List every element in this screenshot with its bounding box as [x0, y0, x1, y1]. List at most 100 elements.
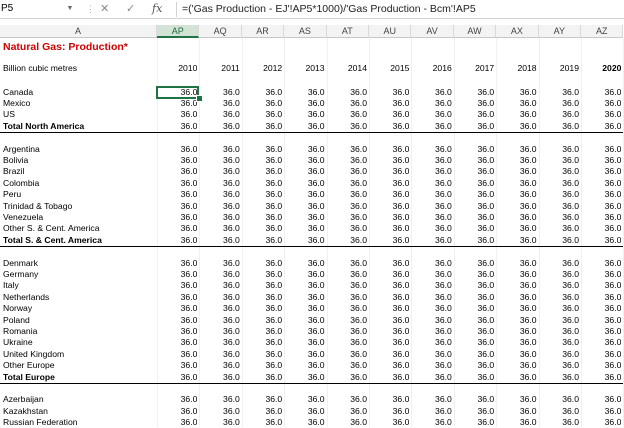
data-cell[interactable]: 36.0: [157, 303, 198, 314]
data-cell[interactable]: 36.0: [581, 189, 622, 200]
data-cell[interactable]: 36.0: [199, 360, 240, 371]
data-cell[interactable]: 36.0: [199, 109, 240, 120]
data-cell[interactable]: 36.0: [327, 406, 367, 417]
data-cell[interactable]: 36.0: [157, 235, 198, 246]
year-cell[interactable]: 2012: [242, 63, 282, 74]
data-cell[interactable]: 36.0: [581, 303, 622, 314]
data-cell[interactable]: 36.0: [581, 337, 622, 348]
data-cell[interactable]: 36.0: [369, 417, 410, 428]
data-cell[interactable]: 36.0: [496, 178, 537, 189]
sheet-title[interactable]: Natural Gas: Production*: [3, 40, 153, 54]
data-cell[interactable]: 36.0: [454, 337, 494, 348]
column-header-au[interactable]: AU: [369, 25, 412, 38]
data-cell[interactable]: 36.0: [284, 349, 325, 360]
data-cell[interactable]: 36.0: [369, 258, 410, 269]
data-cell[interactable]: 36.0: [199, 349, 240, 360]
data-cell[interactable]: 36.0: [454, 406, 494, 417]
data-cell[interactable]: 36.0: [454, 315, 494, 326]
row-label[interactable]: Other S. & Cent. America: [3, 223, 153, 234]
year-cell[interactable]: 2014: [327, 63, 367, 74]
data-cell[interactable]: 36.0: [581, 360, 622, 371]
data-cell[interactable]: 36.0: [496, 144, 537, 155]
data-cell[interactable]: 36.0: [411, 292, 452, 303]
row-label[interactable]: Netherlands: [3, 292, 153, 303]
row-label[interactable]: Azerbaijan: [3, 394, 153, 405]
data-cell[interactable]: 36.0: [411, 417, 452, 428]
data-cell[interactable]: 36.0: [539, 372, 579, 383]
column-header-ay[interactable]: AY: [538, 25, 581, 38]
data-cell[interactable]: 36.0: [581, 155, 622, 166]
data-cell[interactable]: 36.0: [411, 178, 452, 189]
data-cell[interactable]: 36.0: [327, 360, 367, 371]
data-cell[interactable]: 36.0: [496, 337, 537, 348]
data-cell[interactable]: 36.0: [199, 201, 240, 212]
data-cell[interactable]: 36.0: [496, 109, 537, 120]
data-cell[interactable]: 36.0: [454, 166, 494, 177]
data-cell[interactable]: 36.0: [539, 87, 579, 98]
data-cell[interactable]: 36.0: [284, 337, 325, 348]
data-cell[interactable]: 36.0: [327, 155, 367, 166]
data-cell[interactable]: 36.0: [157, 155, 198, 166]
year-cell[interactable]: 2011: [199, 63, 239, 74]
data-cell[interactable]: 36.0: [242, 269, 282, 280]
data-cell[interactable]: 36.0: [284, 394, 325, 405]
data-cell[interactable]: 36.0: [327, 166, 367, 177]
data-cell[interactable]: 36.0: [369, 349, 410, 360]
data-cell[interactable]: 36.0: [157, 121, 198, 132]
data-cell[interactable]: 36.0: [496, 121, 537, 132]
data-cell[interactable]: 36.0: [327, 303, 367, 314]
column-header-av[interactable]: AV: [411, 25, 454, 38]
data-cell[interactable]: 36.0: [539, 406, 579, 417]
data-cell[interactable]: 36.0: [539, 269, 579, 280]
data-cell[interactable]: 36.0: [411, 121, 452, 132]
column-header-aw[interactable]: AW: [453, 25, 497, 38]
data-cell[interactable]: 36.0: [242, 394, 282, 405]
data-cell[interactable]: 36.0: [369, 109, 410, 120]
data-cell[interactable]: 36.0: [369, 189, 410, 200]
data-cell[interactable]: 36.0: [454, 155, 494, 166]
data-cell[interactable]: 36.0: [454, 280, 494, 291]
data-cell[interactable]: 36.0: [454, 98, 494, 109]
data-cell[interactable]: 36.0: [199, 417, 240, 428]
data-cell[interactable]: 36.0: [199, 144, 240, 155]
data-cell[interactable]: 36.0: [454, 292, 494, 303]
data-cell[interactable]: 36.0: [199, 189, 240, 200]
data-cell[interactable]: 36.0: [496, 417, 537, 428]
row-label[interactable]: Brazil: [3, 166, 153, 177]
data-cell[interactable]: 36.0: [157, 360, 198, 371]
data-cell[interactable]: 36.0: [157, 109, 198, 120]
data-cell[interactable]: 36.0: [327, 178, 367, 189]
data-cell[interactable]: 36.0: [581, 87, 622, 98]
data-cell[interactable]: 36.0: [199, 212, 240, 223]
data-cell[interactable]: 36.0: [581, 269, 622, 280]
data-cell[interactable]: 36.0: [539, 280, 579, 291]
row-label[interactable]: Canada: [3, 87, 153, 98]
data-cell[interactable]: 36.0: [242, 178, 282, 189]
data-cell[interactable]: 36.0: [581, 349, 622, 360]
year-cell[interactable]: 2018: [496, 63, 536, 74]
drag-handle-icon[interactable]: ⋮: [86, 4, 95, 14]
data-cell[interactable]: 36.0: [369, 166, 410, 177]
data-cell[interactable]: 36.0: [327, 189, 367, 200]
data-cell[interactable]: 36.0: [369, 303, 410, 314]
year-cell[interactable]: 2017: [454, 63, 494, 74]
data-cell[interactable]: 36.0: [496, 360, 537, 371]
row-label[interactable]: Venezuela: [3, 212, 153, 223]
data-cell[interactable]: 36.0: [327, 417, 367, 428]
data-cell[interactable]: 36.0: [411, 315, 452, 326]
data-cell[interactable]: 36.0: [539, 417, 579, 428]
data-cell[interactable]: 36.0: [369, 292, 410, 303]
data-cell[interactable]: 36.0: [284, 315, 325, 326]
data-cell[interactable]: 36.0: [454, 201, 494, 212]
row-label[interactable]: Norway: [3, 303, 153, 314]
data-cell[interactable]: 36.0: [369, 121, 410, 132]
data-cell[interactable]: 36.0: [454, 87, 494, 98]
data-cell[interactable]: 36.0: [199, 258, 240, 269]
data-cell[interactable]: 36.0: [539, 360, 579, 371]
year-cell[interactable]: 2010: [157, 63, 197, 74]
row-label[interactable]: Mexico: [3, 98, 153, 109]
data-cell[interactable]: 36.0: [581, 258, 622, 269]
data-cell[interactable]: 36.0: [454, 189, 494, 200]
data-cell[interactable]: 36.0: [369, 315, 410, 326]
data-cell[interactable]: 36.0: [242, 87, 282, 98]
